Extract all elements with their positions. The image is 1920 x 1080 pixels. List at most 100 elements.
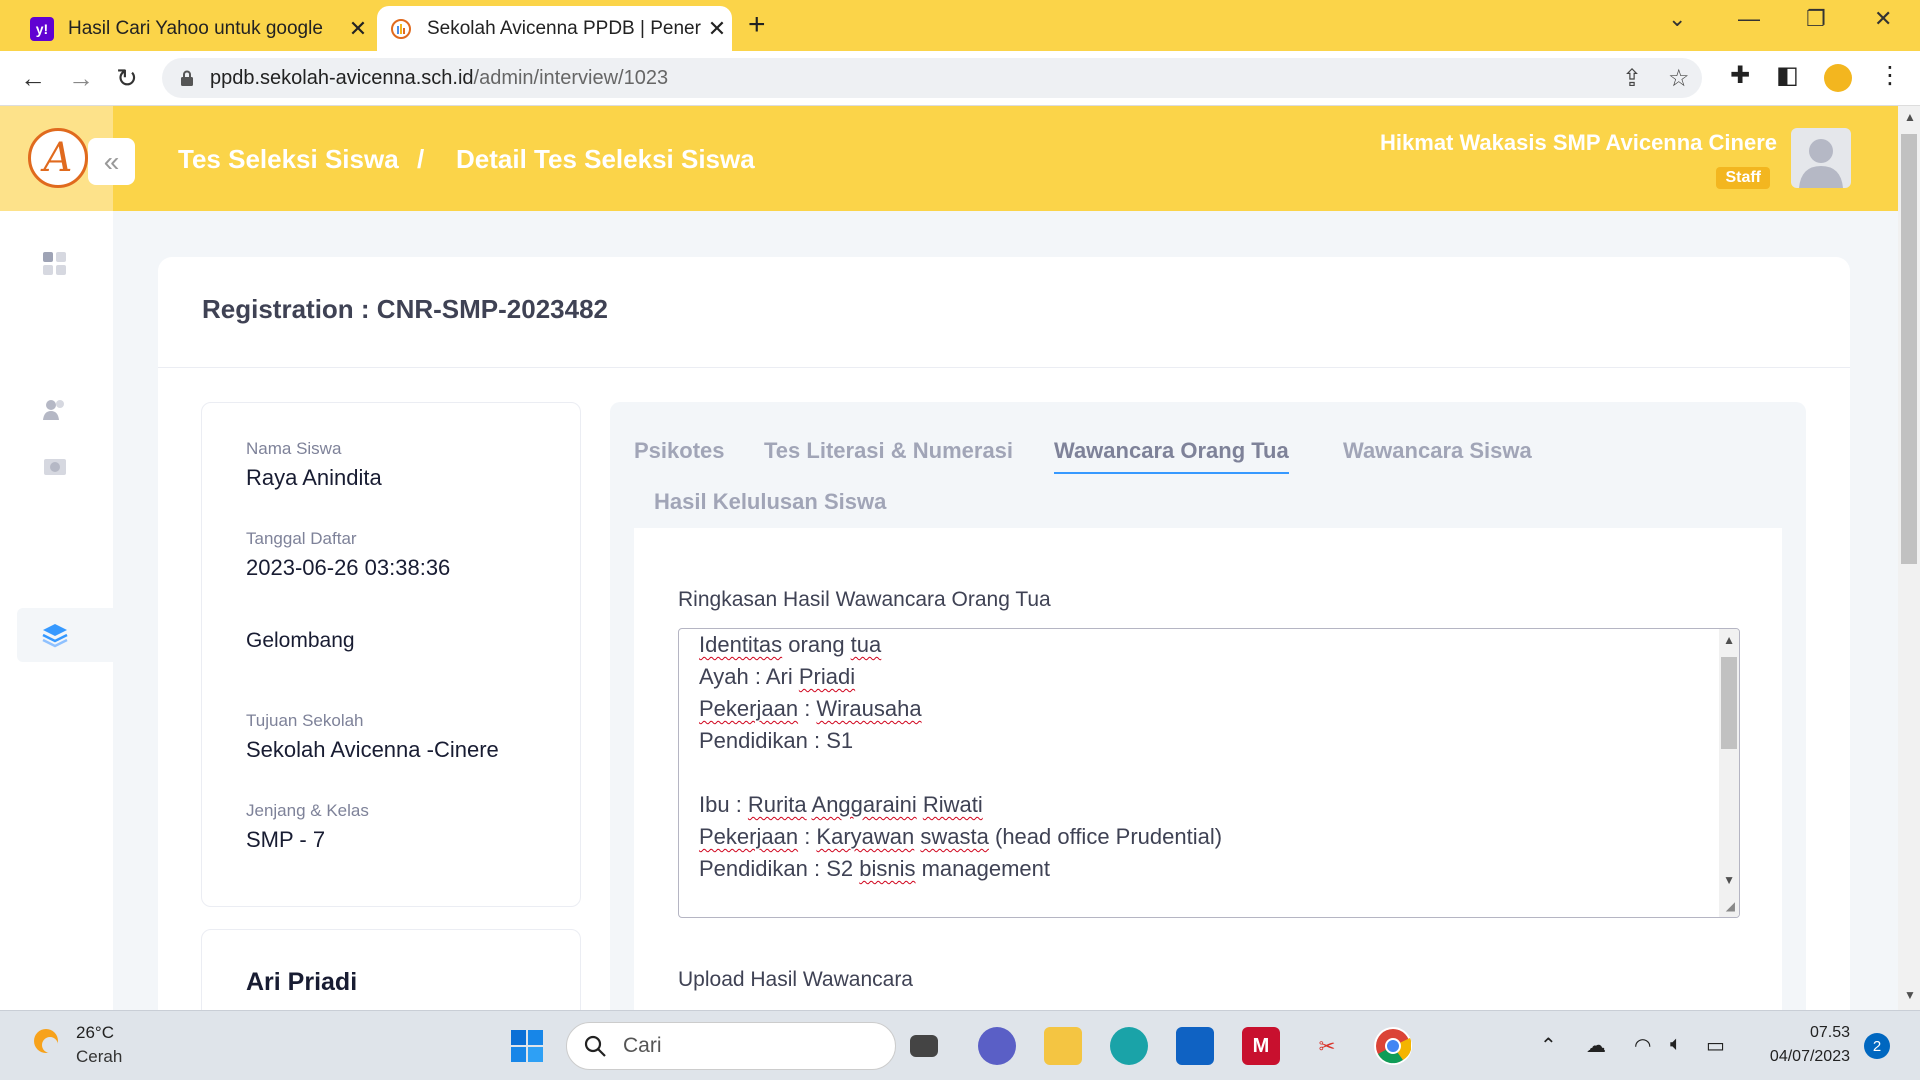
reload-icon[interactable]: ↻ [116,63,138,94]
tab-title: Hasil Cari Yahoo untuk google [68,17,323,39]
microsoft-store-icon[interactable] [1176,1027,1214,1065]
browser-tab-strip: y! Hasil Cari Yahoo untuk google ✕ Sekol… [0,0,1920,51]
page-scroll-up-icon[interactable]: ▲ [1904,110,1916,124]
upload-label: Upload Hasil Wawancara [678,968,913,991]
yahoo-favicon-icon: y! [30,16,54,41]
level-label: Jenjang & Kelas [246,801,369,820]
breadcrumb-separator: / [417,144,425,174]
taskbar: 26°C Cerah Cari M ✂ ⌃ ☁ ◠ 🔈︎ ▭ 07.53 04/… [0,1010,1920,1080]
chrome-icon[interactable] [1374,1027,1412,1065]
edge-browser-icon[interactable] [1110,1027,1148,1065]
wifi-icon[interactable]: ◠ [1634,1033,1651,1058]
new-tab-icon[interactable]: + [748,8,766,42]
forward-icon[interactable]: → [68,63,94,94]
battery-icon[interactable]: ▭ [1706,1033,1725,1058]
url-text: ppdb.sekolah-avicenna.sch.id/admin/inter… [210,66,669,89]
text-line: Pekerjaan : Wirausaha [699,696,922,721]
taskbar-search[interactable]: Cari [566,1022,896,1070]
bookmark-star-icon[interactable]: ☆ [1668,64,1690,93]
back-icon[interactable]: ← [20,63,46,94]
divider [158,367,1850,368]
register-date: 2023-06-26 03:38:36 [246,555,451,580]
scroll-up-icon[interactable]: ▲ [1723,633,1735,647]
app-header: A « Tes Seleksi Siswa / Detail Tes Selek… [0,106,1898,211]
user-name: Hikmat Wakasis SMP Avicenna Cinere [1380,130,1777,155]
dashboard-icon[interactable] [40,251,70,281]
avicenna-logo: A [28,128,88,188]
teams-chat-icon[interactable] [978,1027,1016,1065]
mcafee-icon[interactable]: M [1242,1027,1280,1065]
text-line [699,757,1699,789]
onedrive-cloud-icon[interactable]: ☁ [1586,1033,1606,1058]
tray-overflow-chevron-icon[interactable]: ⌃ [1540,1033,1557,1058]
volume-icon[interactable]: 🔈︎ [1670,1033,1682,1056]
close-window-icon[interactable]: ✕ [1874,6,1892,32]
breadcrumb-tes-seleksi[interactable]: Tes Seleksi Siswa [178,144,399,175]
web-page: A « Tes Seleksi Siswa / Detail Tes Selek… [0,106,1898,1010]
register-date-label: Tanggal Daftar [246,529,357,548]
tab-hasil-kelulusan[interactable]: Hasil Kelulusan Siswa [654,489,886,515]
layers-icon[interactable] [40,621,70,651]
text-line: Pendidikan : S1 [699,728,854,753]
sidebar [0,211,113,1010]
summary-textarea[interactable]: Identitas orang tua Ayah : Ari Priadi Pe… [678,628,1740,918]
user-role-badge: Staff [1716,167,1770,189]
restore-icon[interactable]: ❐ [1806,6,1826,32]
wave-label: Gelombang [246,629,355,652]
resize-handle-icon[interactable]: ◢ [1726,899,1735,913]
browser-tab-avicenna[interactable]: Sekolah Avicenna PPDB | Penerim ✕ [377,6,732,51]
weather-widget[interactable]: 26°C Cerah [28,1023,122,1066]
file-explorer-icon[interactable] [1044,1027,1082,1065]
search-placeholder: Cari [623,1034,662,1057]
student-info-card: Nama Siswa Raya Anindita Tanggal Daftar … [201,402,581,907]
tab-psikotes[interactable]: Psikotes [634,438,725,464]
users-icon[interactable] [40,396,70,426]
extensions-puzzle-icon[interactable]: ✚ [1730,61,1750,90]
tab-search-chevron-icon[interactable]: ⌄ [1668,6,1686,32]
summary-label: Ringkasan Hasil Wawancara Orang Tua [678,588,1051,611]
text-line: Identitas orang tua [699,632,882,657]
media-icon[interactable] [40,454,70,484]
breadcrumb-detail: Detail Tes Seleksi Siswa [456,144,755,174]
student-name-label: Nama Siswa [246,439,342,458]
browser-tab-yahoo[interactable]: y! Hasil Cari Yahoo untuk google ✕ [18,6,373,51]
profile-avatar-icon[interactable] [1824,64,1852,92]
student-name: Raya Anindita [246,465,382,490]
url-bar[interactable]: ppdb.sekolah-avicenna.sch.id/admin/inter… [162,58,1702,98]
weather-sun-icon [34,1029,58,1053]
textarea-content: Identitas orang tua Ayah : Ari Priadi Pe… [699,629,1699,885]
browser-menu-icon[interactable]: ⋮ [1878,61,1902,90]
address-toolbar: ← → ↻ ppdb.sekolah-avicenna.sch.id/admin… [0,51,1920,106]
tab-wawancara-orang-tua[interactable]: Wawancara Orang Tua [1054,438,1289,474]
tab-literasi-numerasi[interactable]: Tes Literasi & Numerasi [764,438,1013,464]
minimize-icon[interactable]: — [1738,6,1760,32]
school-name: Sekolah Avicenna -Cinere [246,737,499,762]
close-tab-icon[interactable]: ✕ [702,16,732,42]
registration-number: Registration : CNR-SMP-2023482 [202,294,608,324]
task-view-icon[interactable] [910,1035,938,1057]
clock[interactable]: 07.53 04/07/2023 [1750,1021,1850,1069]
page-scrollbar[interactable]: ▲ ▼ [1898,106,1920,1010]
collapse-sidebar-icon[interactable]: « [88,138,135,185]
scroll-down-icon[interactable]: ▼ [1723,873,1735,887]
windows-start-icon[interactable] [508,1027,546,1065]
textarea-scrollbar-thumb[interactable] [1721,657,1737,749]
search-icon [584,1035,606,1057]
user-avatar[interactable] [1791,128,1851,188]
weather-condition: Cerah [76,1047,123,1066]
side-panel-icon[interactable]: ◧ [1776,61,1799,90]
notification-badge[interactable]: 2 [1864,1033,1890,1059]
page-scroll-down-icon[interactable]: ▼ [1904,988,1916,1002]
page-scrollbar-thumb[interactable] [1901,134,1917,564]
snipping-tool-icon[interactable]: ✂ [1308,1027,1346,1065]
close-tab-icon[interactable]: ✕ [343,16,373,42]
share-icon[interactable]: ⇪ [1622,64,1642,93]
tab-title: Sekolah Avicenna PPDB | Penerim [427,17,702,39]
text-line: Pekerjaan : Karyawan swasta (head office… [699,824,1223,849]
detail-card: Registration : CNR-SMP-2023482 Nama Sisw… [158,257,1850,1010]
tab-wawancara-siswa[interactable]: Wawancara Siswa [1343,438,1532,464]
lock-icon [181,70,193,86]
clock-time: 07.53 [1809,1024,1850,1041]
parent-card: Ari Priadi [201,929,581,1010]
text-line: Pendidikan : S2 bisnis management [699,856,1051,881]
